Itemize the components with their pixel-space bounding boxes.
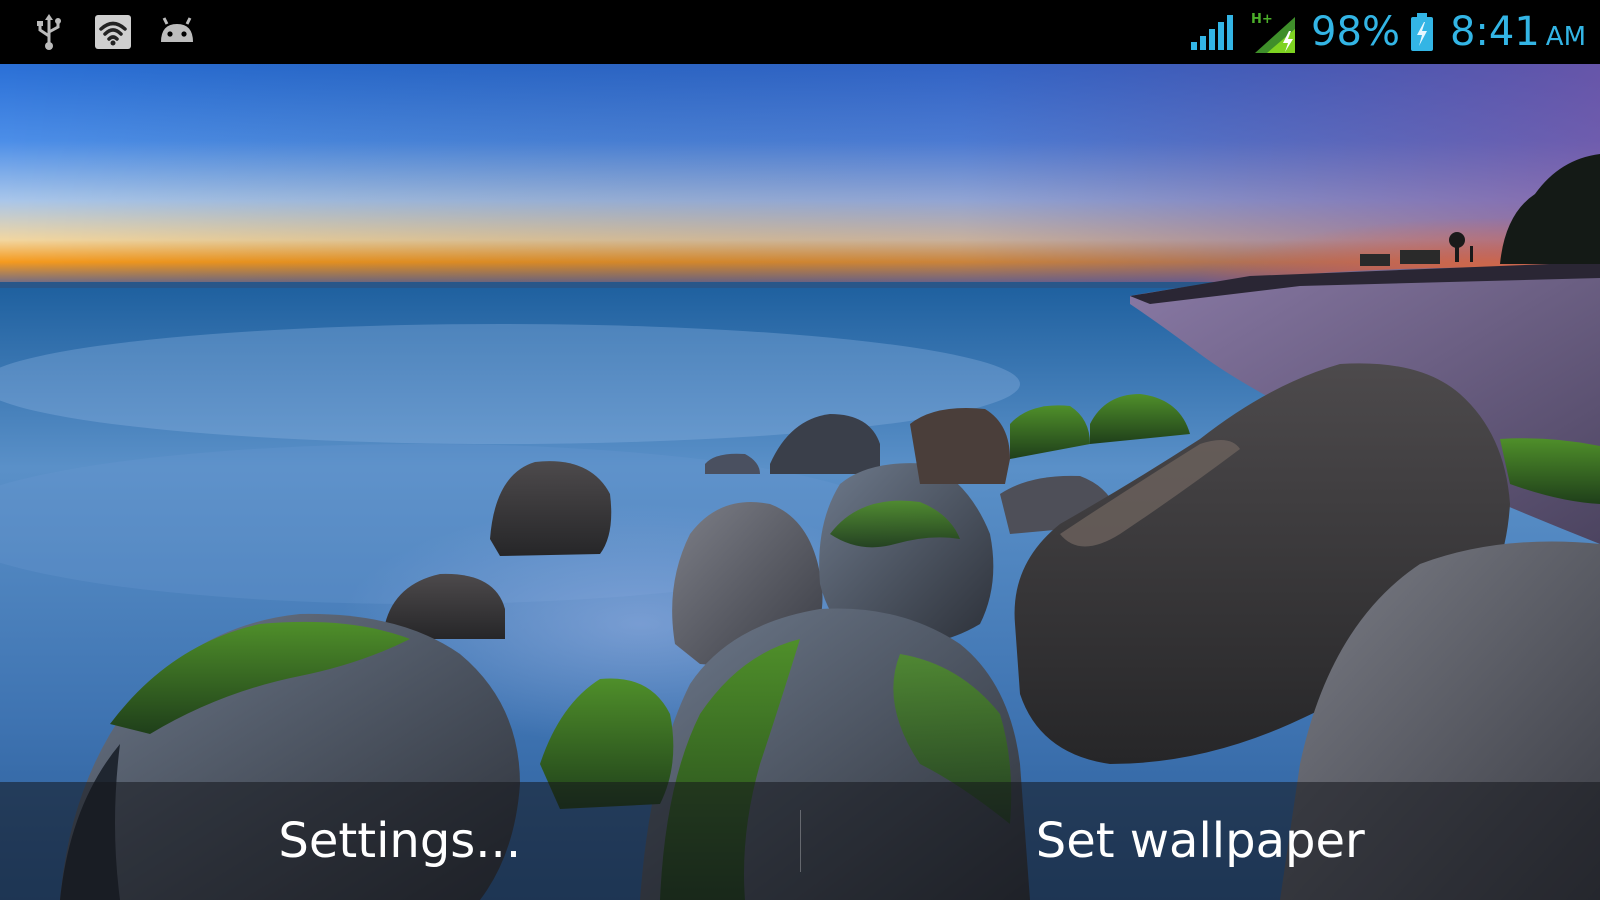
network-type-label: H+ <box>1251 12 1273 27</box>
battery-percent: 98% <box>1311 9 1400 55</box>
set-wallpaper-button[interactable]: Set wallpaper <box>801 782 1600 900</box>
system-indicators: H+ 98% 8:41 AM <box>1189 6 1586 58</box>
settings-button[interactable]: Settings... <box>0 782 800 900</box>
wallpaper-preview[interactable] <box>0 64 1600 900</box>
notification-icons <box>28 10 198 54</box>
clock-time: 8:41 <box>1449 9 1540 55</box>
clock-ampm: AM <box>1545 22 1586 52</box>
usb-icon <box>28 12 70 52</box>
sunset-beach-rocks-image <box>0 64 1600 900</box>
wallpaper-action-bar: Settings... Set wallpaper <box>0 782 1600 900</box>
status-bar: H+ 98% 8:41 AM <box>0 0 1600 64</box>
clock: 8:41 AM <box>1450 12 1586 52</box>
signal-strength-icon <box>1189 12 1235 52</box>
mobile-data-signal-icon: H+ <box>1249 9 1301 55</box>
android-icon <box>156 12 198 52</box>
battery-charging-icon <box>1410 12 1434 52</box>
wifi-hotspot-icon <box>92 12 134 52</box>
